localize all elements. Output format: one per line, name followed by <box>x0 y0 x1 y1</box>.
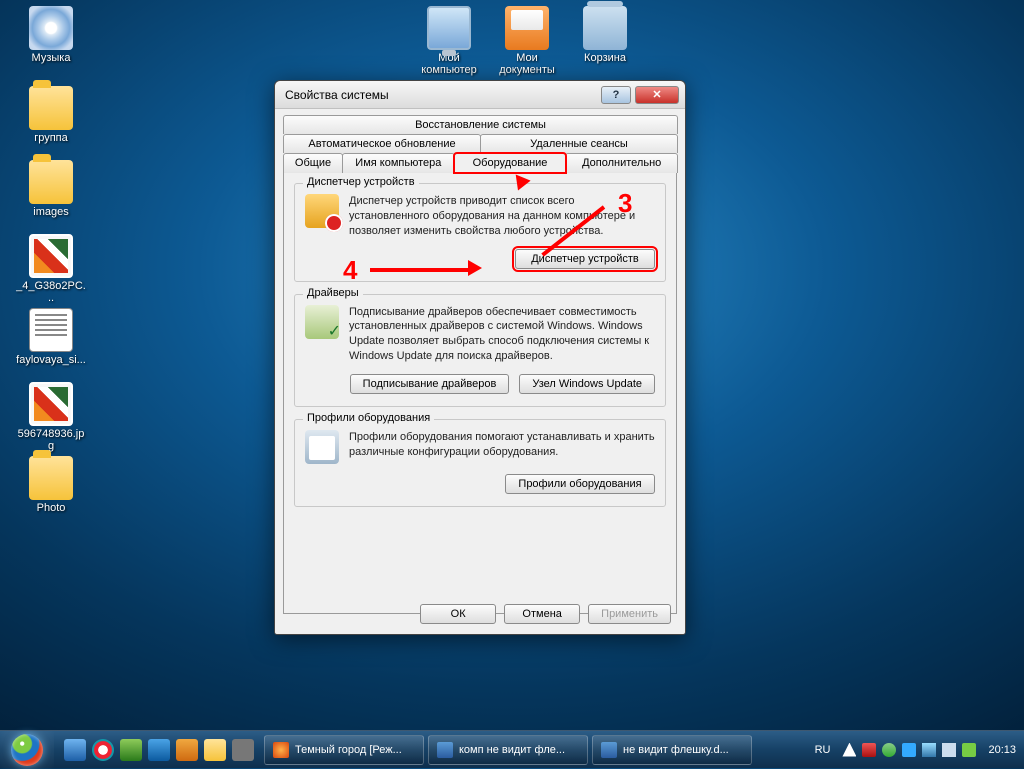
tray-battery-icon[interactable] <box>962 743 976 757</box>
tray-chevron-icon[interactable] <box>842 743 856 757</box>
image-thumb-icon <box>29 234 73 278</box>
desktop-icon-label: Музыка <box>16 52 86 64</box>
taskbar: Темный город [Реж... комп не видит фле..… <box>0 730 1024 768</box>
hardware-profiles-button[interactable]: Профили оборудования <box>505 474 655 494</box>
group-drivers: Драйверы Подписывание драйверов обеспечи… <box>294 294 666 407</box>
desktop-icon-images[interactable]: images <box>16 160 86 218</box>
desktop-icon-label: Photo <box>16 502 86 514</box>
text-file-icon <box>29 308 73 352</box>
desktop-icon-label: 596748936.jpg <box>16 428 86 452</box>
tab-computer-name[interactable]: Имя компьютера <box>342 153 455 173</box>
tab-general[interactable]: Общие <box>283 153 343 173</box>
image-thumb-icon <box>29 382 73 426</box>
cancel-button[interactable]: Отмена <box>504 604 580 624</box>
tray-network-icon[interactable] <box>922 743 936 757</box>
show-desktop-icon[interactable] <box>64 739 86 761</box>
taskbar-item-label: не видит флешку.d... <box>623 744 729 756</box>
tab-system-restore[interactable]: Восстановление системы <box>283 115 678 134</box>
group-legend: Драйверы <box>303 287 363 299</box>
group-device-manager: Диспетчер устройств Диспетчер устройств … <box>294 183 666 282</box>
desktop-icon-label: faylovaya_si... <box>16 354 86 366</box>
desktop-icon-label: images <box>16 206 86 218</box>
taskbar-item-word2[interactable]: не видит флешку.d... <box>592 735 752 765</box>
desktop-icon-file3[interactable]: 596748936.jpg <box>16 382 86 452</box>
tab-hardware[interactable]: Оборудование <box>454 153 567 173</box>
system-tray: RU 20:13 <box>809 743 1016 757</box>
tab-advanced[interactable]: Дополнительно <box>565 153 678 173</box>
tray-volume-icon[interactable] <box>942 743 956 757</box>
clock[interactable]: 20:13 <box>988 744 1016 756</box>
ok-button[interactable]: ОК <box>420 604 496 624</box>
tab-auto-update[interactable]: Автоматическое обновление <box>283 134 481 153</box>
word-icon <box>437 742 453 758</box>
close-button[interactable]: ✕ <box>635 86 679 104</box>
desktop-icon-file1[interactable]: _4_G38o2PC... <box>16 234 86 304</box>
tray-security-icon[interactable] <box>862 743 876 757</box>
taskbar-item-firefox[interactable]: Темный город [Реж... <box>264 735 424 765</box>
taskbar-item-label: комп не видит фле... <box>459 744 565 756</box>
group-legend: Диспетчер устройств <box>303 176 419 188</box>
group-legend: Профили оборудования <box>303 412 434 424</box>
taskbar-item-label: Темный город [Реж... <box>295 744 402 756</box>
desktop-icon-music[interactable]: Музыка <box>16 6 86 64</box>
group-hardware-profiles: Профили оборудования Профили оборудовани… <box>294 419 666 507</box>
monitor-icon <box>427 6 471 50</box>
system-properties-dialog: Свойства системы ? ✕ Восстановление сист… <box>274 80 686 635</box>
desktop-icon-label: Корзина <box>570 52 640 64</box>
dialog-footer: ОК Отмена Применить <box>420 604 671 624</box>
desktop-icon-my-documents[interactable]: Мои документы <box>492 6 562 76</box>
separator-icon[interactable] <box>232 739 254 761</box>
desktop-icon-label: Мои документы <box>492 52 562 76</box>
device-manager-icon <box>305 194 339 228</box>
tray-usb-icon[interactable] <box>902 743 916 757</box>
desktop-icon-group[interactable]: группа <box>16 86 86 144</box>
language-indicator[interactable]: RU <box>815 744 831 756</box>
firefox-icon <box>273 742 289 758</box>
tray-app-icon[interactable] <box>882 743 896 757</box>
tab-remote[interactable]: Удаленные сеансы <box>480 134 678 153</box>
quick-launch <box>58 739 260 761</box>
desktop-icon-label: группа <box>16 132 86 144</box>
app-icon[interactable] <box>176 739 198 761</box>
folder-icon <box>29 86 73 130</box>
folder-icon <box>29 160 73 204</box>
group-text: Диспетчер устройств приводит список всег… <box>349 194 655 239</box>
hardware-profile-icon <box>305 430 339 464</box>
device-manager-button[interactable]: Диспетчер устройств <box>515 249 655 269</box>
desktop-icon-label: _4_G38o2PC... <box>16 280 86 304</box>
help-button[interactable]: ? <box>601 86 631 104</box>
apply-button[interactable]: Применить <box>588 604 671 624</box>
ie-icon[interactable] <box>148 739 170 761</box>
desktop-icon-recycle-bin[interactable]: Корзина <box>570 6 640 64</box>
documents-folder-icon <box>505 6 549 50</box>
desktop-icon-file2[interactable]: faylovaya_si... <box>16 308 86 366</box>
utorrent-icon[interactable] <box>120 739 142 761</box>
explorer-icon[interactable] <box>204 739 226 761</box>
drivers-icon <box>305 305 339 339</box>
group-text: Профили оборудования помогают устанавлив… <box>349 430 655 464</box>
folder-icon <box>29 456 73 500</box>
driver-signing-button[interactable]: Подписывание драйверов <box>350 374 510 394</box>
window-title: Свойства системы <box>285 88 597 102</box>
cd-icon <box>29 6 73 50</box>
desktop-icon-photo[interactable]: Photo <box>16 456 86 514</box>
trash-icon <box>583 6 627 50</box>
group-text: Подписывание драйверов обеспечивает совм… <box>349 305 655 364</box>
tab-panel-hardware: Диспетчер устройств Диспетчер устройств … <box>283 172 677 614</box>
windows-orb-icon <box>11 734 43 766</box>
taskbar-item-word1[interactable]: комп не видит фле... <box>428 735 588 765</box>
start-button[interactable] <box>0 731 54 769</box>
desktop-icon-my-computer[interactable]: Мой компьютер <box>414 6 484 76</box>
tab-strip: Восстановление системы Автоматическое об… <box>275 109 685 173</box>
word-icon <box>601 742 617 758</box>
chrome-icon[interactable] <box>92 739 114 761</box>
titlebar[interactable]: Свойства системы ? ✕ <box>275 81 685 109</box>
windows-update-button[interactable]: Узел Windows Update <box>519 374 655 394</box>
